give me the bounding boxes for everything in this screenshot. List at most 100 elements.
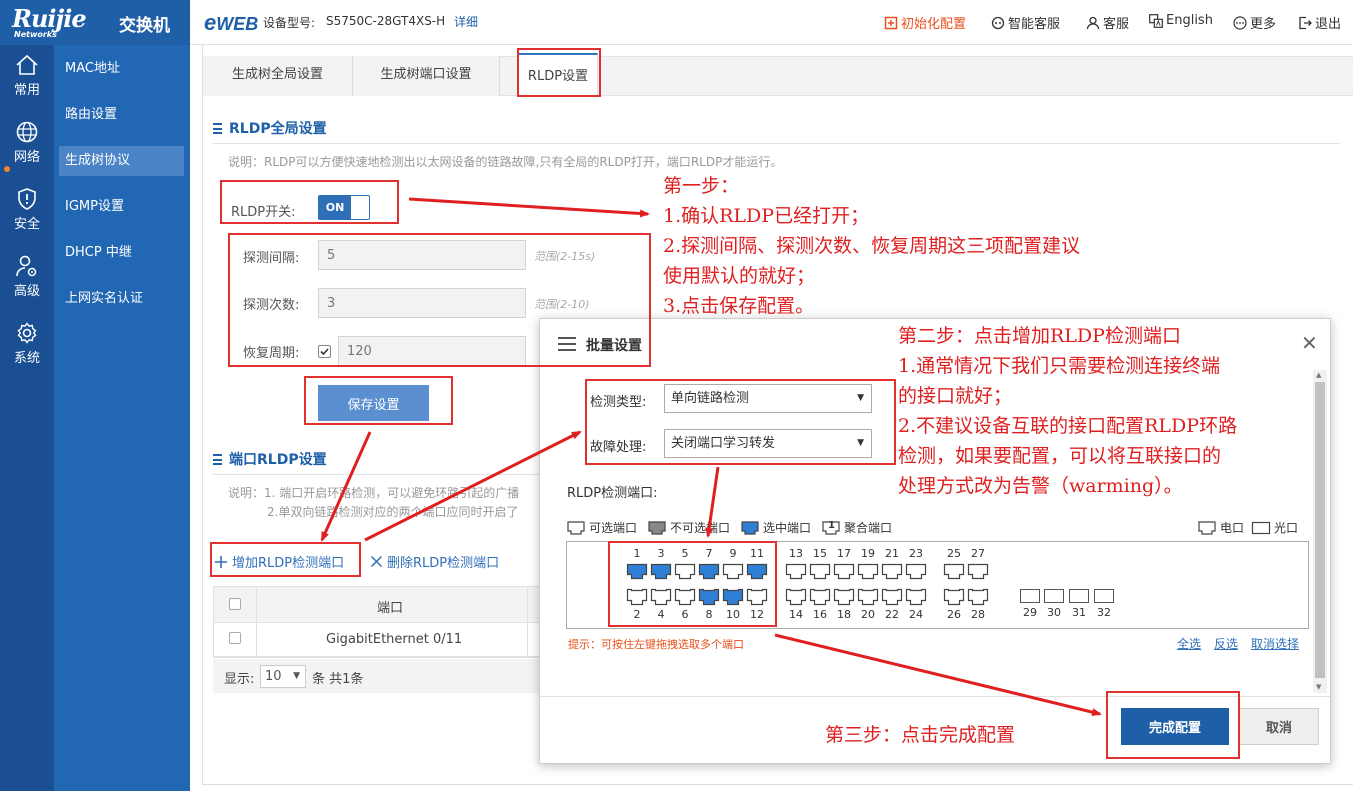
port-23[interactable] [905,563,927,585]
page-size-select[interactable]: 10 ▼ [260,665,306,688]
fiber-port-29[interactable] [1020,589,1040,603]
submenu-item-stp[interactable]: 生成树协议 [59,146,184,176]
port-3[interactable] [650,563,672,585]
submenu-item-auth[interactable]: 上网实名认证 [59,284,184,314]
port-number: 5 [681,547,689,560]
port-number: 16 [813,608,827,621]
rail-item-network[interactable]: 网络 [0,112,54,179]
exit-button[interactable]: 退出 [1298,13,1341,32]
port-number: 17 [837,547,851,560]
select-all-link[interactable]: 全选 [1177,635,1201,652]
row-checkbox[interactable] [229,632,241,644]
port-8[interactable] [698,588,720,610]
port-16[interactable] [809,588,831,610]
port-7[interactable] [698,563,720,585]
rail-item-security[interactable]: 安全 [0,179,54,246]
port-10[interactable] [722,588,744,610]
rail-item-advanced[interactable]: 高级 [0,246,54,313]
port-19[interactable] [857,563,879,585]
fiber-port-31[interactable] [1069,589,1089,603]
tab-stp-global[interactable]: 生成树全局设置 [202,56,353,96]
more-button[interactable]: 更多 [1233,13,1276,32]
port-11[interactable] [746,563,768,585]
port-12[interactable] [746,588,768,610]
fault-label: 故障处理: [590,440,647,455]
invert-selection-link[interactable]: 反选 [1214,635,1238,652]
submenu-item-mac[interactable]: MAC地址 [59,54,184,84]
chevron-down-icon: ▼ [857,438,864,448]
count-input[interactable] [318,288,526,318]
service-button[interactable]: 客服 [1086,13,1129,32]
port-13[interactable] [785,563,807,585]
smart-service-button[interactable]: 智能客服 [991,13,1060,32]
port-15[interactable] [809,563,831,585]
submenu: MAC地址 路由设置 生成树协议 IGMP设置 DHCP 中继 上网实名认证 [54,45,190,791]
port-9[interactable] [722,563,744,585]
port-selected-icon [741,520,759,535]
delete-rldp-port-button[interactable]: 删除RLDP检测端口 [370,552,499,571]
interval-label: 探测间隔: [243,251,300,266]
chevron-down-icon: ▼ [293,671,300,681]
port-4[interactable] [650,588,672,610]
fault-select[interactable]: 关闭端口学习转发 ▼ [664,429,872,458]
port-24[interactable] [905,588,927,610]
rldp-global-desc: 说明：RLDP可以方便快速地检测出以太网设备的链路故障,只有全局的RLDP打开，… [228,155,783,169]
cancel-button[interactable]: 取消 [1239,708,1319,745]
add-rldp-port-button[interactable]: 增加RLDP检测端口 [214,552,344,571]
tab-stp-port[interactable]: 生成树端口设置 [352,56,500,96]
product-name: 交换机 [119,16,170,36]
dialog-scroll-thumb[interactable] [1315,382,1325,678]
port-2[interactable] [626,588,648,610]
port-21[interactable] [881,563,903,585]
init-config-button[interactable]: 初始化配置 [884,13,966,32]
legend-unavailable: 不可选端口 [647,519,730,536]
port-5[interactable] [674,563,696,585]
step2-line: 2.不建议设备互联的接口配置RLDP环路 [898,415,1238,437]
finish-config-button[interactable]: 完成配置 [1121,708,1229,745]
port-26[interactable] [943,588,965,610]
rldp-switch-toggle[interactable]: ON [318,195,370,220]
port-18[interactable] [833,588,855,610]
fiber-port-30[interactable] [1044,589,1064,603]
detect-type-label: 检测类型: [590,395,647,410]
col-divider [256,587,257,657]
port-27[interactable] [967,563,989,585]
submenu-item-igmp[interactable]: IGMP设置 [59,192,184,222]
save-settings-button[interactable]: 保存设置 [318,385,429,421]
legend-available-label: 可选端口 [589,521,638,535]
model-label: 设备型号: [263,16,316,30]
port-6[interactable] [674,588,696,610]
detect-type-select[interactable]: 单向链路检测 ▼ [664,384,872,413]
port-14[interactable] [785,588,807,610]
fiber-port-32[interactable] [1094,589,1114,603]
clear-selection-link[interactable]: 取消选择 [1251,635,1299,652]
select-all-checkbox[interactable] [229,598,241,610]
port-number: 25 [947,547,961,560]
rail-label: 常用 [13,83,40,98]
brand-name: Ruijie [12,4,87,33]
interval-input[interactable] [318,240,526,270]
port-20[interactable] [857,588,879,610]
port-22[interactable] [881,588,903,610]
submenu-item-route[interactable]: 路由设置 [59,100,184,130]
step2-line: 第二步：点击增加RLDP检测端口 [898,325,1181,347]
port-rldp-title: 端口RLDP设置 [213,449,327,469]
scroll-down-icon[interactable]: ▼ [1316,683,1321,691]
rail-item-common[interactable]: 常用 [0,45,54,112]
port-28[interactable] [967,588,989,610]
language-button[interactable]: English [1149,13,1213,28]
exit-label: 退出 [1315,17,1342,32]
port-1[interactable] [626,563,648,585]
port-25[interactable] [943,563,965,585]
recover-checkbox[interactable] [318,345,331,358]
port-17[interactable] [833,563,855,585]
scroll-up-icon[interactable]: ▲ [1316,371,1321,379]
recover-input[interactable] [338,336,526,366]
rail-item-system[interactable]: 系统 [0,313,54,380]
dialog-close-icon[interactable]: ✕ [1301,333,1318,353]
step2-line: 的接口就好； [898,385,1013,407]
tab-rldp[interactable]: RLDP设置 [518,53,598,97]
model-detail-link[interactable]: 详细 [454,13,478,30]
submenu-item-dhcp[interactable]: DHCP 中继 [59,238,184,268]
headset-icon [991,16,1005,29]
